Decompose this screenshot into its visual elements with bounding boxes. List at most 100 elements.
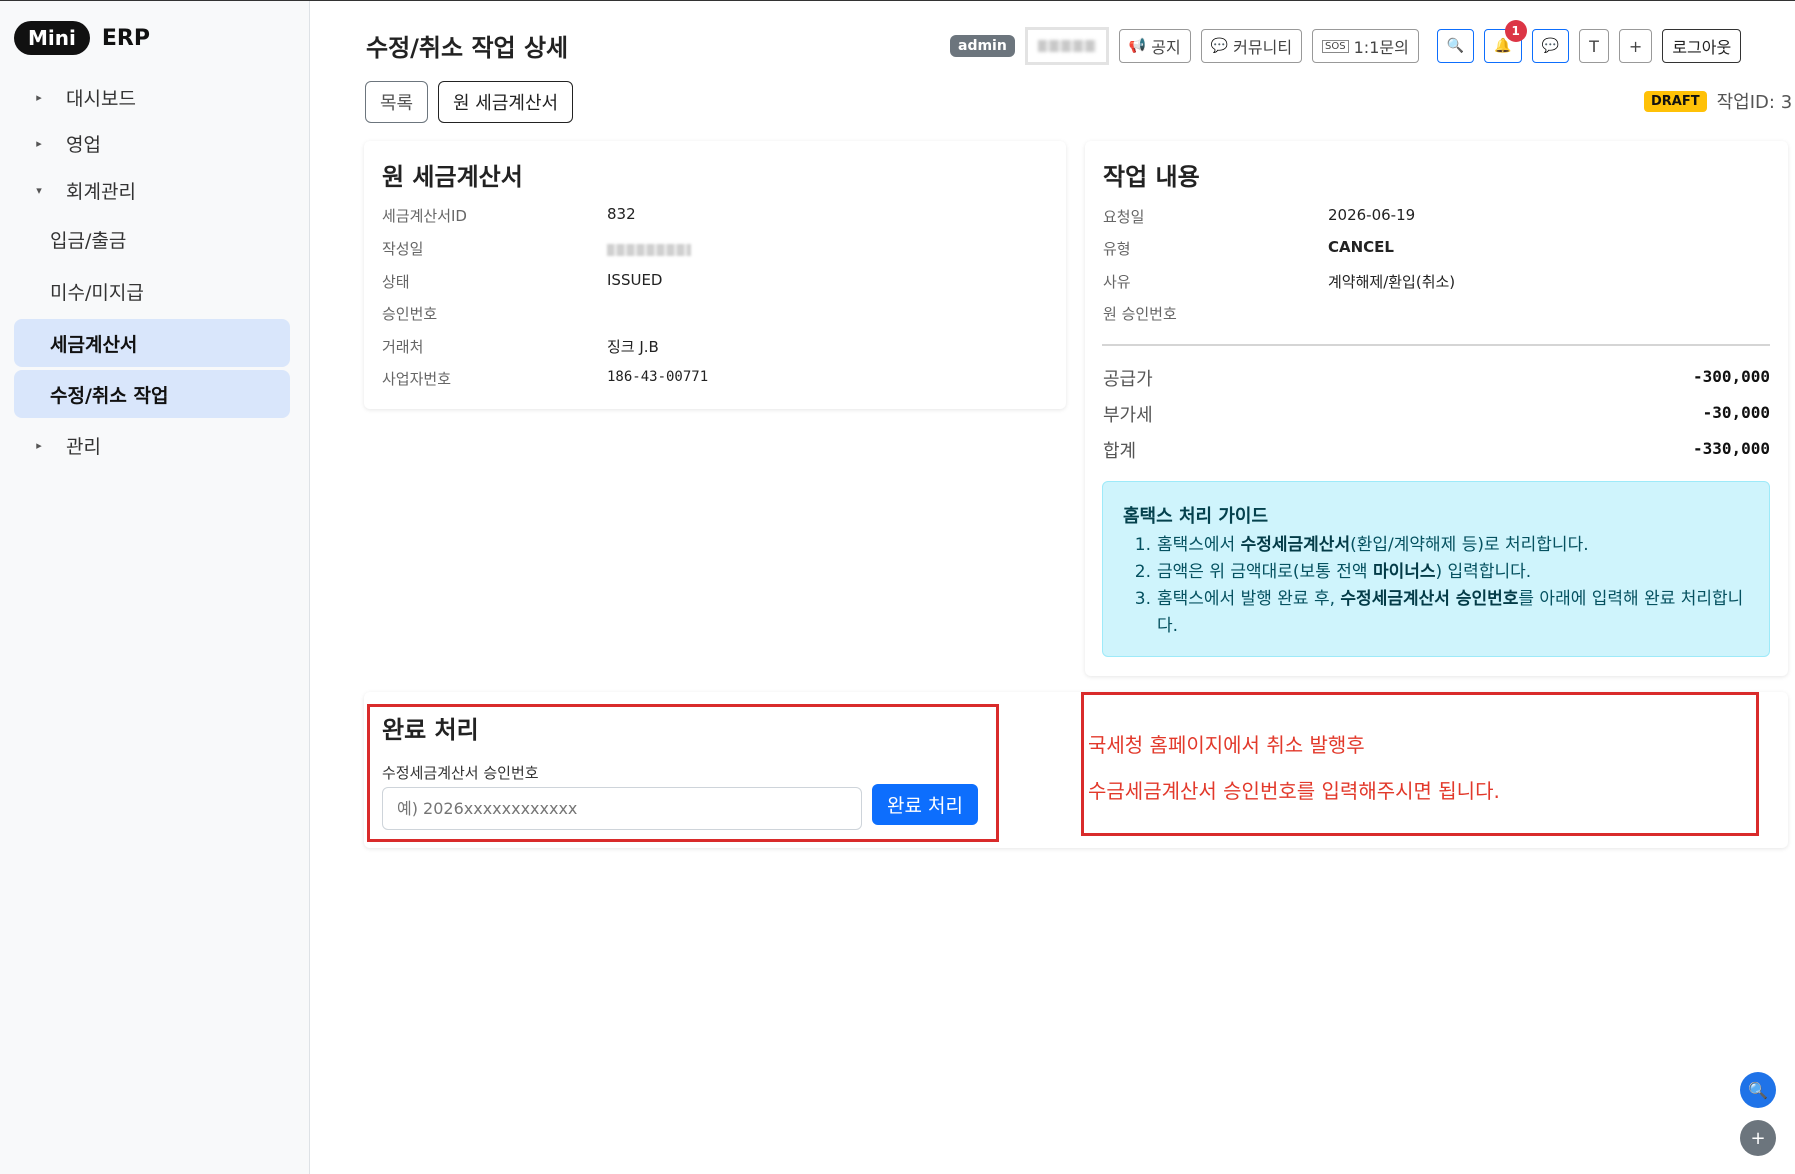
step-text-part: (환입/계약해제 등)로 처리합니다. xyxy=(1350,535,1589,555)
total-value: -330,000 xyxy=(1692,439,1770,458)
sos-icon: SOS xyxy=(1322,39,1349,53)
guide-step: 1. 홈택스에서 수정세금계산서(환입/계약해제 등)로 처리합니다. xyxy=(1123,532,1753,559)
sidebar: Mini ERP ▸ 대시보드 ▸ 영업 ▾ 회계관리 입금/출금 미수/미지급… xyxy=(0,1,310,1174)
floating-add-button[interactable]: + xyxy=(1740,1120,1776,1156)
step-number: 3. xyxy=(1134,589,1151,609)
guide-step: 3. 홈택스에서 발행 완료 후, 수정세금계산서 승인번호를 아래에 입력해 … xyxy=(1123,586,1753,640)
complete-button[interactable]: 완료 처리 xyxy=(872,784,978,825)
sidebar-item-deposit-withdrawal[interactable]: 입금/출금 xyxy=(14,215,290,263)
step-number: 1. xyxy=(1134,535,1151,555)
notice-label: 공지 xyxy=(1151,38,1181,57)
brand-pill: Mini xyxy=(14,21,90,55)
caret-right-icon: ▸ xyxy=(36,136,42,150)
sidebar-item-tax-invoice[interactable]: 세금계산서 xyxy=(14,319,290,367)
draft-badge: DRAFT xyxy=(1644,90,1707,112)
guide-step: 2. 금액은 위 금액대로(보통 전액 마이너스) 입력합니다. xyxy=(1123,559,1753,586)
list-button[interactable]: 목록 xyxy=(365,81,429,123)
card-title: 작업 내용 xyxy=(1103,163,1200,191)
supply-amount-label: 공급가 xyxy=(1103,369,1153,390)
inquiry-label: 1:1문의 xyxy=(1353,38,1409,57)
redacted-text xyxy=(1037,40,1096,52)
user-name-redacted xyxy=(1024,27,1109,65)
caret-right-icon: ▸ xyxy=(36,90,42,104)
top-toolbar: admin 📢 공지 💬 커뮤니티 SOS 1:1문의 🔍 🔔 1 💬 T + … xyxy=(950,20,1742,65)
floating-search-button[interactable]: 🔍 xyxy=(1740,1072,1776,1108)
step-number: 2. xyxy=(1134,562,1151,582)
search-icon: 🔍 xyxy=(1748,1080,1768,1100)
guide-list: 1. 홈택스에서 수정세금계산서(환입/계약해제 등)로 처리합니다. 2. 금… xyxy=(1123,532,1753,640)
brand-logo[interactable]: Mini ERP xyxy=(14,21,150,55)
field-label: 세금계산서ID xyxy=(382,207,467,225)
sidebar-item-label: 영업 xyxy=(66,133,101,156)
brand-text: ERP xyxy=(101,25,150,51)
hometax-guide-alert: 홈택스 처리 가이드 1. 홈택스에서 수정세금계산서(환입/계약해제 등)로 … xyxy=(1102,481,1770,657)
sidebar-item-label: 세금계산서 xyxy=(50,333,138,356)
caret-right-icon: ▸ xyxy=(36,438,42,452)
redacted-text xyxy=(607,244,691,256)
search-icon: 🔍 xyxy=(1446,38,1465,54)
status-value: ISSUED xyxy=(607,271,663,289)
field-label: 원 승인번호 xyxy=(1103,305,1177,323)
original-invoice-button[interactable]: 원 세금계산서 xyxy=(438,81,574,123)
sidebar-item-label: 회계관리 xyxy=(66,180,136,203)
sidebar-item-label: 수정/취소 작업 xyxy=(50,384,169,407)
bell-icon: 🔔 xyxy=(1494,38,1512,54)
field-label: 거래처 xyxy=(382,338,424,356)
sidebar-item-dashboard[interactable]: ▸ 대시보드 xyxy=(14,73,290,121)
original-invoice-label: 원 세금계산서 xyxy=(453,93,559,114)
field-label: 유형 xyxy=(1103,240,1131,258)
caret-down-icon: ▾ xyxy=(36,183,42,197)
step-text-emphasis: 수정세금계산서 승인번호 xyxy=(1340,589,1519,609)
supply-amount-value: -300,000 xyxy=(1692,367,1770,386)
field-label: 작성일 xyxy=(382,240,424,258)
list-label: 목록 xyxy=(380,93,414,114)
notice-button[interactable]: 📢 공지 xyxy=(1118,29,1191,63)
annotation-line-1: 국세청 홈페이지에서 취소 발행후 xyxy=(1088,733,1365,757)
logout-label: 로그아웃 xyxy=(1672,38,1732,57)
notification-button[interactable]: 🔔 1 xyxy=(1484,20,1527,63)
business-number-value: 186-43-00771 xyxy=(607,369,709,385)
client-value: 징크 J.B xyxy=(607,338,659,356)
notification-count-badge: 1 xyxy=(1504,20,1527,42)
inquiry-button[interactable]: SOS 1:1문의 xyxy=(1312,29,1419,63)
sidebar-item-sales[interactable]: ▸ 영업 xyxy=(14,119,290,167)
logout-button[interactable]: 로그아웃 xyxy=(1662,29,1742,63)
approval-number-label: 수정세금계산서 승인번호 xyxy=(382,764,539,782)
speech-bubble-icon: 💬 xyxy=(1210,38,1229,54)
reason-value: 계약해제/환입(취소) xyxy=(1328,273,1456,291)
card-title: 원 세금계산서 xyxy=(382,163,523,191)
step-text-part: 금액은 위 금액대로(보통 전액 xyxy=(1157,562,1373,582)
admin-badge: admin xyxy=(950,35,1015,57)
step-text-part: 홈택스에서 xyxy=(1157,535,1241,555)
sidebar-item-admin[interactable]: ▸ 관리 xyxy=(14,421,290,469)
total-label: 합계 xyxy=(1103,441,1137,462)
step-text-part: ) 입력합니다. xyxy=(1435,562,1532,582)
job-status: DRAFT 작업ID: 3 xyxy=(1644,88,1792,114)
divider xyxy=(1102,344,1770,346)
text-size-button[interactable]: T xyxy=(1579,29,1609,63)
original-invoice-card: 원 세금계산서 세금계산서ID 832 작성일 상태 ISSUED 승인번호 거… xyxy=(364,141,1066,409)
vat-value: -30,000 xyxy=(1702,403,1770,422)
field-label: 상태 xyxy=(382,273,410,291)
sidebar-item-amend-cancel[interactable]: 수정/취소 작업 xyxy=(14,370,290,418)
request-date-value: 2026-06-19 xyxy=(1328,206,1416,224)
step-text: 홈택스에서 발행 완료 후, 수정세금계산서 승인번호를 아래에 입력해 완료 … xyxy=(1157,586,1753,640)
approval-number-input[interactable] xyxy=(382,787,862,830)
sidebar-item-accounting[interactable]: ▾ 회계관리 xyxy=(14,166,290,214)
sidebar-item-label: 미수/미지급 xyxy=(50,281,144,304)
sidebar-item-label: 관리 xyxy=(66,435,101,458)
plus-icon: + xyxy=(1628,36,1643,56)
issue-date-value-redacted xyxy=(607,242,691,260)
sidebar-item-receivables[interactable]: 미수/미지급 xyxy=(14,267,290,315)
step-text: 금액은 위 금액대로(보통 전액 마이너스) 입력합니다. xyxy=(1157,559,1531,586)
step-text-emphasis: 마이너스 xyxy=(1372,562,1436,582)
type-value: CANCEL xyxy=(1328,238,1394,256)
zoom-in-button[interactable]: + xyxy=(1618,29,1653,63)
step-text: 홈택스에서 수정세금계산서(환입/계약해제 등)로 처리합니다. xyxy=(1157,532,1589,559)
search-button[interactable]: 🔍 xyxy=(1436,29,1475,63)
field-label: 요청일 xyxy=(1103,208,1145,226)
community-button[interactable]: 💬 커뮤니티 xyxy=(1200,29,1303,63)
chat-button[interactable]: 💬 xyxy=(1531,29,1570,63)
sidebar-item-label: 대시보드 xyxy=(66,87,136,110)
annotation-note-box xyxy=(1081,692,1759,836)
